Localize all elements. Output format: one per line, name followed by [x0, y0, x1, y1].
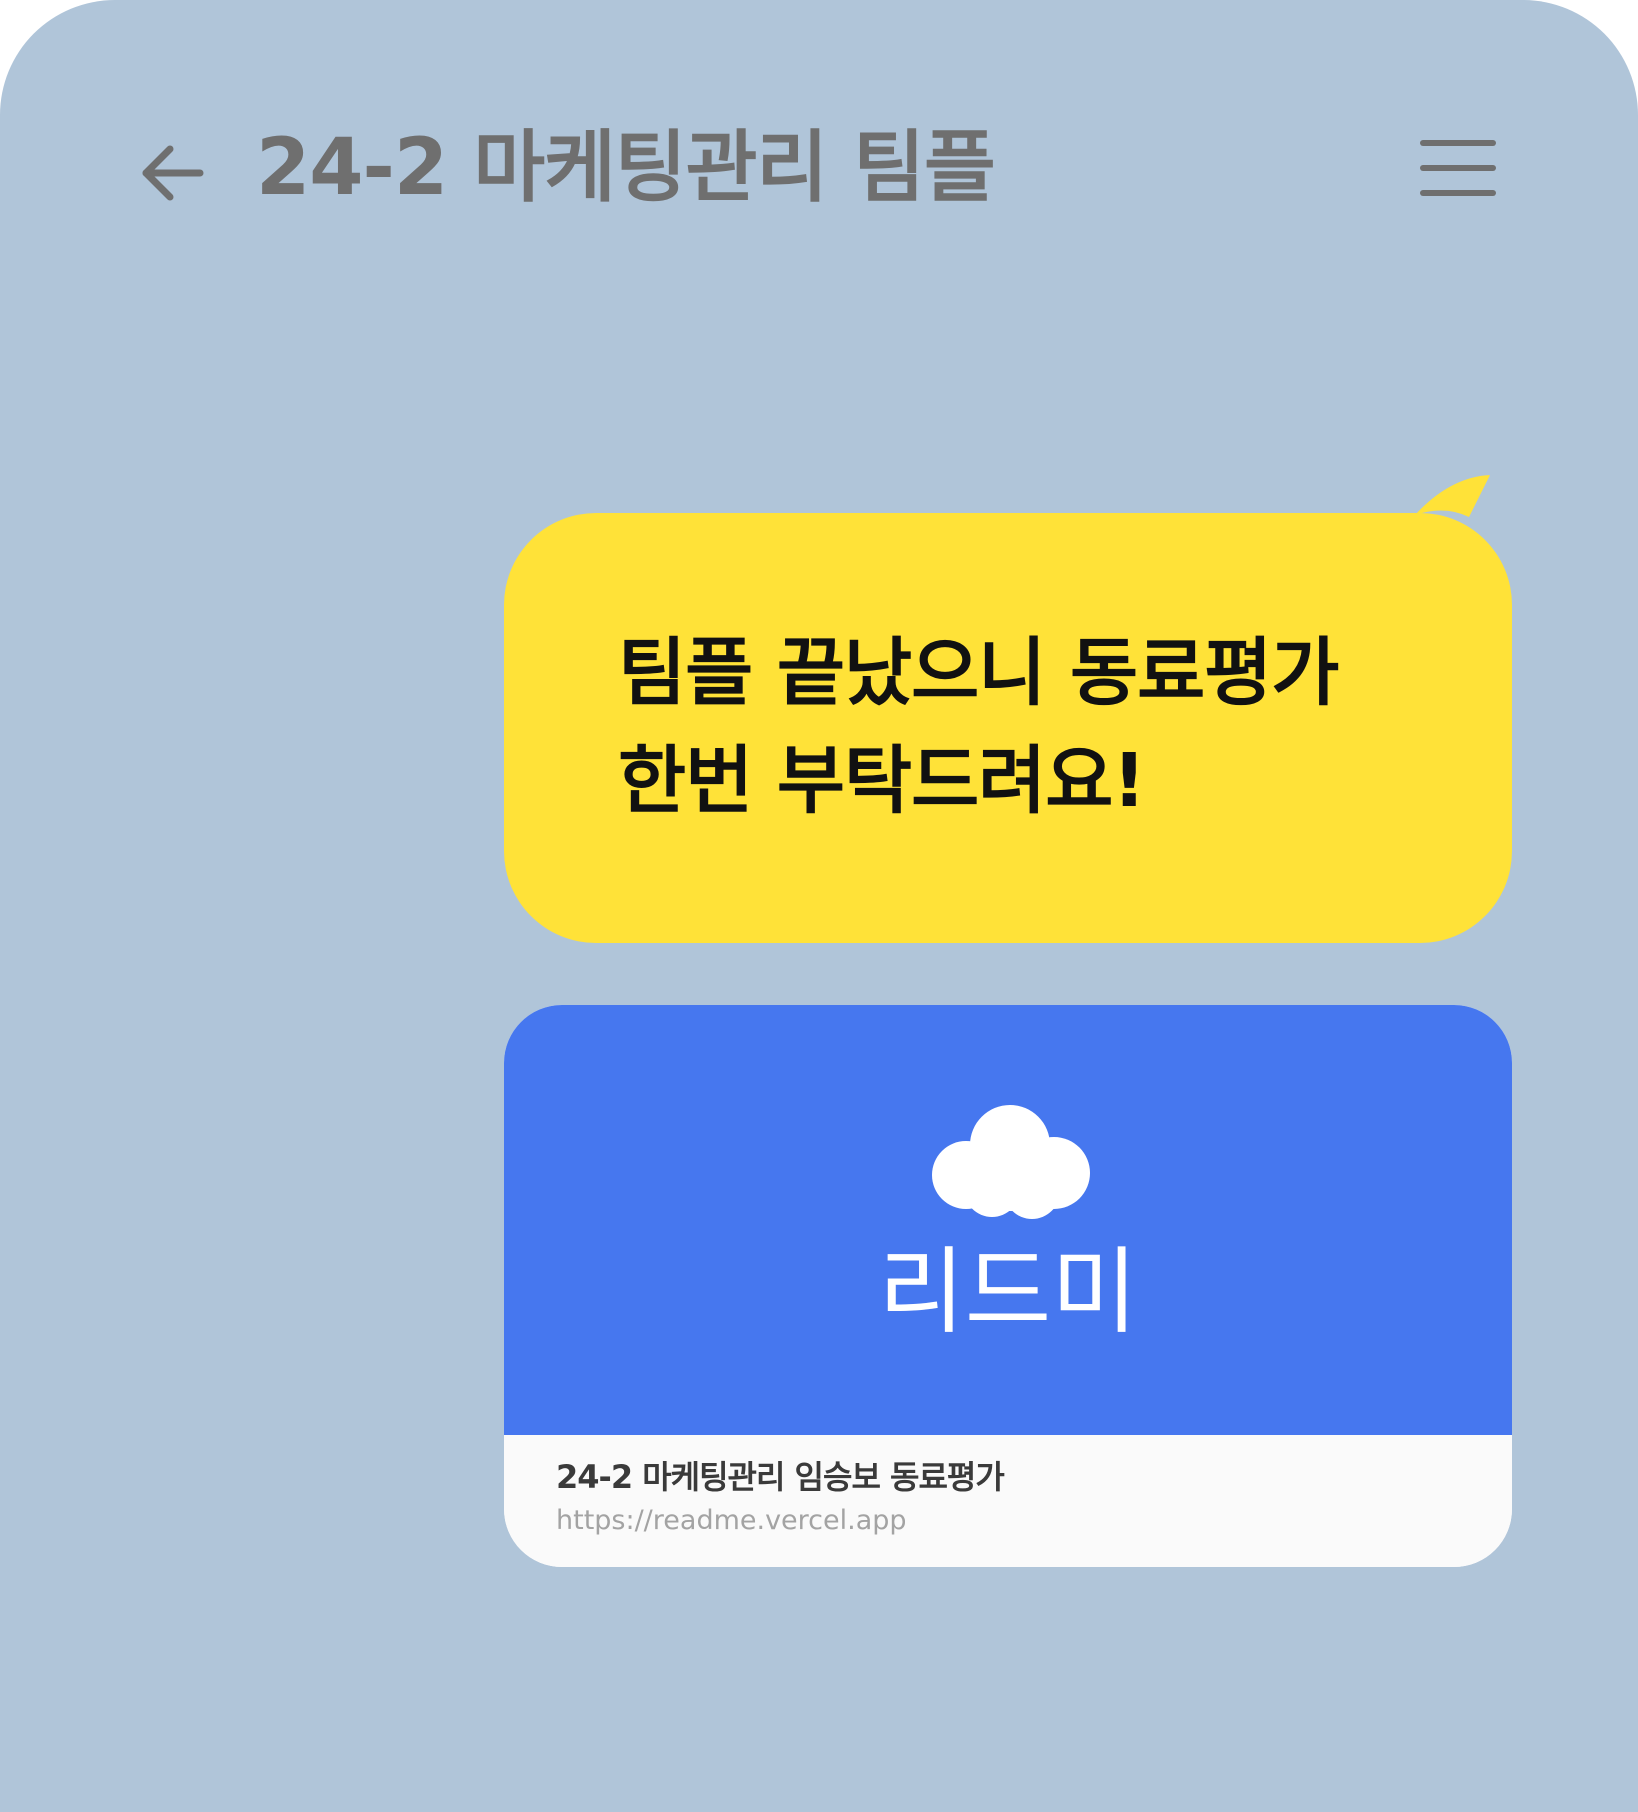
- chat-screen: 24-2 마케팅관리 팀플 팀플 끝났으니 동료평가 한번 부탁드려요! 리드미…: [0, 0, 1638, 1812]
- cloud-icon: [926, 1097, 1094, 1221]
- link-preview-card[interactable]: 리드미 24-2 마케팅관리 임승보 동료평가 https://readme.v…: [504, 1005, 1512, 1567]
- hamburger-menu-icon[interactable]: [1420, 138, 1496, 198]
- message-text: 팀플 끝났으니 동료평가 한번 부탁드려요!: [618, 619, 1478, 835]
- link-preview-title: 24-2 마케팅관리 임승보 동료평가: [556, 1458, 1005, 1496]
- link-preview-image: 리드미: [504, 1005, 1512, 1435]
- chat-title: 24-2 마케팅관리 팀플: [256, 123, 996, 213]
- chat-header: 24-2 마케팅관리 팀플: [0, 0, 1638, 340]
- arrow-left-icon[interactable]: [138, 138, 208, 208]
- message-bubble[interactable]: 팀플 끝났으니 동료평가 한번 부탁드려요!: [504, 513, 1512, 943]
- message-line: 한번 부탁드려요!: [618, 738, 1146, 824]
- brand-name: 리드미: [878, 1238, 1138, 1347]
- message-line: 팀플 끝났으니 동료평가: [618, 630, 1339, 716]
- link-preview-info: 24-2 마케팅관리 임승보 동료평가 https://readme.verce…: [504, 1435, 1512, 1567]
- link-preview-url[interactable]: https://readme.vercel.app: [556, 1503, 907, 1539]
